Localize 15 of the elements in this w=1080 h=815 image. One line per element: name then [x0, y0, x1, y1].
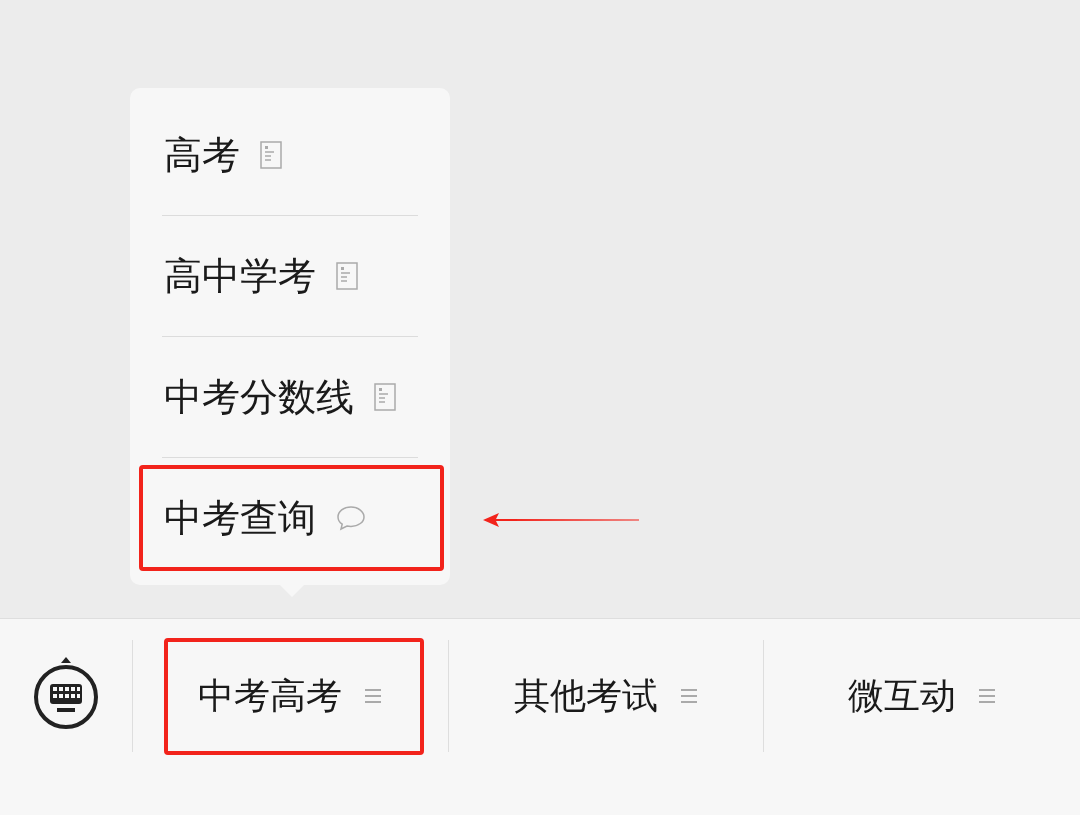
menu-icon [364, 687, 383, 705]
document-icon [374, 383, 396, 411]
document-icon [260, 141, 282, 169]
menu-tab[interactable]: 中考高考 [132, 640, 449, 752]
chat-bubble-icon [336, 505, 366, 531]
menu-icon [978, 687, 997, 705]
document-icon [336, 262, 358, 290]
menu-item[interactable]: 高中学考 [130, 216, 450, 336]
menu-icon [679, 687, 698, 705]
menu-item[interactable]: 中考分数线 [130, 337, 450, 457]
menu-tab[interactable]: 微互动 [764, 640, 1080, 752]
menu-item[interactable]: 高考 [130, 95, 450, 215]
menu-tab[interactable]: 其他考试 [448, 640, 765, 752]
menu-item[interactable]: 中考查询 [130, 458, 450, 578]
keyboard-icon[interactable] [32, 657, 99, 731]
